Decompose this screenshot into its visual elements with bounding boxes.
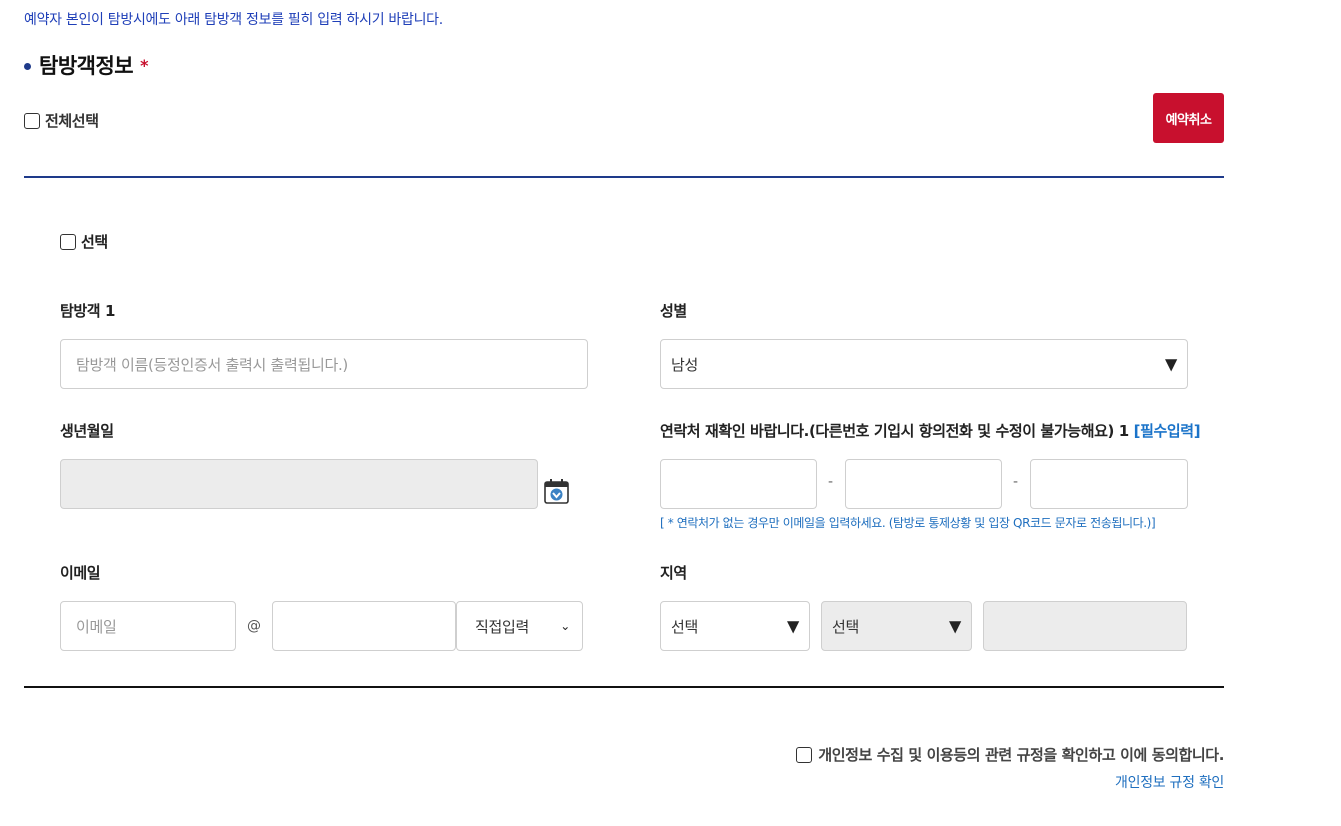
bullet-icon (24, 62, 31, 70)
region-select-1-value: 선택 (671, 617, 699, 636)
dropdown-triangle-icon: ▼ (1164, 354, 1177, 374)
email-at-sign: @ (247, 618, 261, 634)
privacy-policy-link[interactable]: 개인정보 규정 확인 (1115, 772, 1224, 792)
email-label: 이메일 (60, 564, 101, 582)
email-domain-select-value: 직접입력 (475, 617, 530, 636)
dropdown-triangle-icon: ▼ (786, 616, 799, 636)
gender-value: 남성 (671, 355, 699, 374)
gender-label: 성별 (660, 302, 687, 320)
visitor-name-label: 탐방객 1 (60, 302, 116, 320)
visitor-select-checkbox[interactable] (60, 233, 76, 250)
phone-label-text: 연락처 재확인 바랍니다.(다른번호 기입시 항의전화 및 수정이 불가능해요)… (660, 422, 1129, 440)
region-text-input[interactable] (983, 601, 1187, 651)
agreement-row[interactable]: 개인정보 수집 및 이용등의 관련 규정을 확인하고 이에 동의합니다. (796, 744, 1224, 765)
email-id-input[interactable]: 이메일 (60, 601, 236, 651)
phone-note: [ * 연락처가 없는 경우만 이메일을 입력하세요. (탐방로 통제상황 및 … (660, 516, 1156, 530)
email-domain-input[interactable] (272, 601, 456, 651)
dropdown-triangle-icon: ▼ (948, 616, 961, 636)
visitor-select-label: 선택 (81, 233, 108, 251)
email-domain-select[interactable]: 직접입력 ⌄ (456, 601, 583, 651)
birthdate-input[interactable] (60, 459, 538, 509)
region-select-1[interactable]: 선택 ▼ (660, 601, 810, 651)
birthdate-label: 생년월일 (60, 422, 114, 440)
phone-separator: - (1013, 474, 1019, 490)
section-heading: 탐방객정보 * (24, 50, 148, 80)
divider-bottom (24, 686, 1224, 688)
select-all-row[interactable]: 전체선택 (24, 110, 99, 131)
calendar-icon[interactable] (543, 477, 570, 505)
phone-label: 연락처 재확인 바랍니다.(다른번호 기입시 항의전화 및 수정이 불가능해요)… (660, 420, 1201, 441)
chevron-down-icon: ⌄ (560, 619, 570, 633)
agreement-label: 개인정보 수집 및 이용등의 관련 규정을 확인하고 이에 동의합니다. (818, 746, 1224, 764)
gender-select[interactable]: 남성 ▼ (660, 339, 1188, 389)
cancel-reservation-button[interactable]: 예약취소 (1153, 93, 1224, 143)
region-label: 지역 (660, 564, 687, 582)
visitor-name-input[interactable]: 탐방객 이름(등정인증서 출력시 출력됩니다.) (60, 339, 588, 389)
phone-part-2-input[interactable] (845, 459, 1002, 509)
phone-part-3-input[interactable] (1030, 459, 1188, 509)
divider-top (24, 176, 1224, 178)
visitor-select-row[interactable]: 선택 (60, 231, 108, 252)
section-title: 탐방객정보 (39, 54, 134, 78)
required-mark: * (140, 55, 149, 75)
select-all-label: 전체선택 (45, 112, 99, 130)
region-select-2-value: 선택 (832, 617, 860, 636)
agreement-checkbox[interactable] (796, 746, 813, 763)
select-all-checkbox[interactable] (24, 112, 40, 129)
phone-separator: - (828, 474, 834, 490)
notice-text: 예약자 본인이 탐방시에도 아래 탐방객 정보를 필히 입력 하시기 바랍니다. (24, 12, 443, 28)
phone-required-tag: [필수입력] (1133, 422, 1201, 440)
phone-part-1-input[interactable] (660, 459, 817, 509)
region-select-2[interactable]: 선택 ▼ (821, 601, 972, 651)
